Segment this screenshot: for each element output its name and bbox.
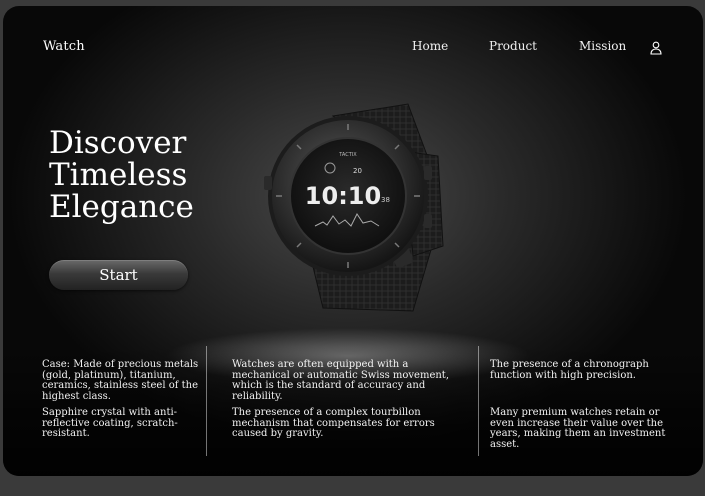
watch-top-value: 20 bbox=[353, 167, 362, 175]
hero-frame: Watch Home Product Mission Discover Time… bbox=[3, 6, 703, 476]
watch-brand: TACTIX bbox=[338, 152, 357, 158]
feature-text: Sapphire crystal with anti-reflective co… bbox=[42, 407, 178, 439]
nav-product[interactable]: Product bbox=[489, 39, 537, 53]
nav-home[interactable]: Home bbox=[412, 39, 448, 53]
feature-text: The presence of a complex tourbillon mec… bbox=[232, 407, 435, 439]
hero-title-line-3: Elegance bbox=[49, 189, 194, 225]
hero-title-line-1: Discover bbox=[49, 125, 187, 161]
nav-mission[interactable]: Mission bbox=[579, 39, 626, 53]
start-button[interactable]: Start bbox=[49, 260, 188, 290]
feature-text: Many premium watches retain or even incr… bbox=[490, 407, 666, 450]
feature-text: The presence of a chronograph function w… bbox=[490, 359, 649, 381]
hero-title: Discover Timeless Elegance bbox=[49, 127, 269, 223]
divider bbox=[206, 346, 207, 456]
user-icon[interactable] bbox=[650, 41, 662, 55]
logo[interactable]: Watch bbox=[43, 39, 85, 54]
divider bbox=[478, 346, 479, 456]
watch-seconds: 38 bbox=[381, 196, 390, 204]
feature-text: Watches are often equipped with a mechan… bbox=[232, 359, 450, 402]
hero-title-line-2: Timeless bbox=[49, 157, 188, 193]
watch-time: 10:10 bbox=[305, 182, 381, 210]
feature-text: Case: Made of precious metals (gold, pla… bbox=[42, 359, 199, 402]
watch-image: TACTIX 20 10:10 38 bbox=[264, 103, 444, 312]
